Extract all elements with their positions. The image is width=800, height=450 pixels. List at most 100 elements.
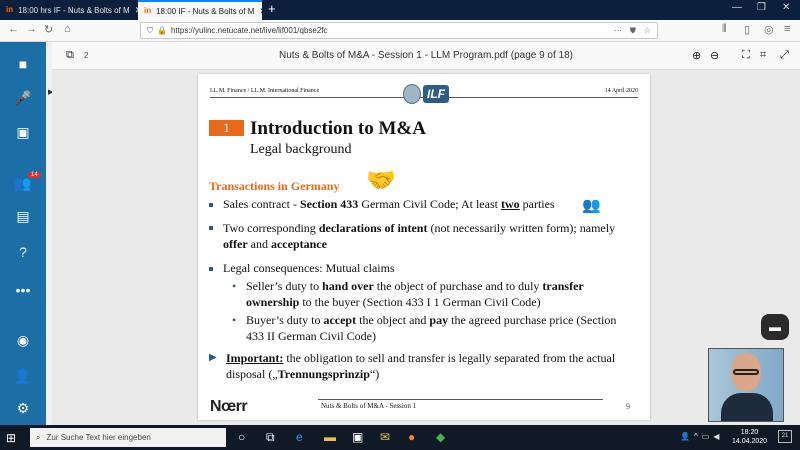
slide-subtitle: Legal background [250, 142, 352, 157]
firefox-icon[interactable]: ● [408, 430, 415, 444]
text: Legal consequences: Mutual claims [223, 261, 395, 275]
home-icon[interactable]: ⌂ [64, 23, 71, 35]
store-icon[interactable]: ▣ [352, 430, 363, 444]
edge-icon[interactable]: e [296, 430, 303, 444]
taskbar-search[interactable]: ⌕ Zur Suche Text hier eingeben [30, 428, 226, 447]
slide-title: Introduction to M&A [250, 118, 426, 139]
show-hidden-icons-icon[interactable]: ^ [694, 432, 698, 441]
search-placeholder: Zur Suche Text hier eingeben [46, 433, 151, 442]
text: German Civil Code; At least [358, 197, 501, 211]
important-note: Important: the obligation to sell and tr… [226, 350, 636, 382]
share-screen-icon[interactable]: ▣ [0, 124, 46, 141]
camera-icon[interactable]: ■ [0, 56, 46, 72]
webcam-preview[interactable] [708, 348, 784, 422]
fullscreen-icon[interactable]: ⤢ [780, 49, 789, 62]
logo-text: ILF [423, 85, 449, 103]
text: and [247, 237, 271, 251]
app-icon[interactable]: ◆ [436, 430, 445, 444]
extension-icon[interactable]: ◎ [764, 23, 774, 36]
clock-time: 18:20 [740, 429, 759, 436]
document-title: Nuts & Bolts of M&A - Session 1 - LLM Pr… [278, 50, 574, 61]
back-icon[interactable]: ← [8, 23, 19, 35]
mail-icon[interactable]: ✉ [380, 430, 390, 444]
minimize-icon[interactable]: — [732, 2, 742, 13]
participants-badge: 14 [28, 172, 41, 178]
presenter-body [721, 393, 773, 421]
text: the object and [356, 313, 430, 327]
questions-icon[interactable]: ? [0, 244, 46, 260]
text: Two corresponding [223, 221, 319, 235]
chat-toggle-button[interactable]: ▬ [761, 314, 789, 340]
lock-icon[interactable]: 🔒 [157, 26, 167, 35]
slide-header-date: 14 April 2020 [604, 88, 638, 94]
text-bold: hand over [322, 279, 374, 293]
browser-tab-active[interactable]: in 18:00 IF - Nuts & Bolts of M ✕ [138, 0, 267, 20]
more-icon[interactable]: ••• [0, 282, 46, 298]
bullet-icon [209, 267, 213, 272]
tab-label: 18:00 hrs IF - Nuts & Bolts of M [18, 5, 130, 15]
site-favicon-icon: in [6, 5, 14, 14]
close-window-icon[interactable]: ✕ [782, 2, 790, 13]
text-bold: pay [429, 313, 449, 327]
section-heading: Transactions in Germany [209, 179, 340, 193]
text: parties [519, 197, 555, 211]
crop-icon[interactable]: ⌗ [760, 49, 766, 62]
noerr-logo: Nœrr [210, 398, 248, 415]
restore-icon[interactable]: ❐ [757, 2, 766, 13]
text: “) [369, 367, 380, 381]
reload-icon[interactable]: ↻ [44, 23, 53, 36]
chat-icon[interactable]: ▤ [0, 208, 46, 225]
menu-icon[interactable]: ≡ [784, 23, 790, 35]
zoom-in-icon[interactable]: ⊕ [692, 49, 701, 62]
new-tab-button[interactable]: + [268, 1, 276, 16]
page-actions-icon[interactable]: ⋯ [614, 26, 622, 36]
library-icon[interactable]: ⫴ [722, 23, 727, 36]
presenter-glasses [733, 369, 759, 375]
text: (not necessarily written form); namely [427, 221, 616, 235]
text: to the buyer (Section 433 I 1 German Civ… [299, 295, 541, 309]
record-icon[interactable]: ◉ [0, 332, 46, 349]
bullet-sales-contract: Sales contract - Section 433 German Civi… [209, 196, 555, 212]
clock-date: 14.04.2020 [732, 438, 768, 445]
text-bold: offer [223, 237, 248, 251]
sub-bullet-seller: • Seller’s duty to hand over the object o… [232, 278, 632, 310]
network-icon[interactable]: ▭ [702, 432, 710, 441]
text-bold: Section 433 [299, 197, 359, 211]
two-persons-icon: 👥 [582, 198, 601, 214]
tab-label: 18:00 IF - Nuts & Bolts of M [156, 6, 255, 16]
taskbar-clock[interactable]: 18:20 14.04.2020 [732, 428, 767, 446]
shield-icon[interactable]: ⛉ [147, 26, 153, 36]
microphone-icon[interactable]: 🎤 [0, 90, 46, 107]
search-icon: ⌕ [36, 432, 41, 442]
fit-page-icon[interactable]: ⛶ [742, 49, 750, 62]
add-user-icon[interactable]: 👤 [0, 368, 46, 385]
slide-page: LL.M. Finance / LL.M. International Fina… [198, 74, 650, 420]
text-bold: declarations of intent [318, 221, 428, 235]
close-tab-icon[interactable]: ✕ [259, 6, 267, 17]
windows-start-icon[interactable]: ⊞ [6, 431, 16, 445]
screen: in 18:00 hrs IF - Nuts & Bolts of M ✕ in… [0, 0, 800, 450]
triangle-bullet-icon: ▶ [209, 352, 217, 363]
browser-tab[interactable]: in 18:00 hrs IF - Nuts & Bolts of M ✕ [0, 0, 142, 20]
notification-center-icon[interactable]: 21 [778, 430, 792, 443]
sidebar-toggle-icon[interactable]: ▯ [744, 23, 750, 36]
forward-icon[interactable]: → [26, 23, 37, 35]
url-bar[interactable]: ⛉ 🔒 https://yulinc.netucate.net/live/lif… [140, 22, 658, 39]
pocket-icon[interactable]: ⛊ [630, 26, 636, 36]
chat-bubble-icon: ▬ [769, 320, 781, 334]
logo-emblem-icon [403, 84, 421, 104]
slide-footer: Nuts & Bolts of M&A - Session 1 [318, 399, 603, 411]
task-view-icon[interactable]: ⧉ [266, 430, 275, 445]
cortana-icon[interactable]: ○ [238, 430, 245, 444]
people-icon[interactable]: 👤 [680, 432, 690, 441]
zoom-out-icon[interactable]: ⊖ [710, 49, 719, 62]
system-tray: 👤 ^ ▭ ◀ [680, 432, 719, 441]
slide-header-left: LL.M. Finance / LL.M. International Fina… [210, 88, 320, 94]
bookmark-star-icon[interactable]: ☆ [644, 26, 651, 36]
file-explorer-icon[interactable]: ▬ [324, 430, 336, 444]
text-bold: two [500, 197, 520, 211]
settings-gear-icon[interactable]: ⚙ [0, 400, 46, 417]
text: Seller’s duty to [246, 279, 323, 293]
volume-icon[interactable]: ◀ [713, 432, 719, 441]
text-bold: Trennungsprinzip [277, 367, 370, 381]
